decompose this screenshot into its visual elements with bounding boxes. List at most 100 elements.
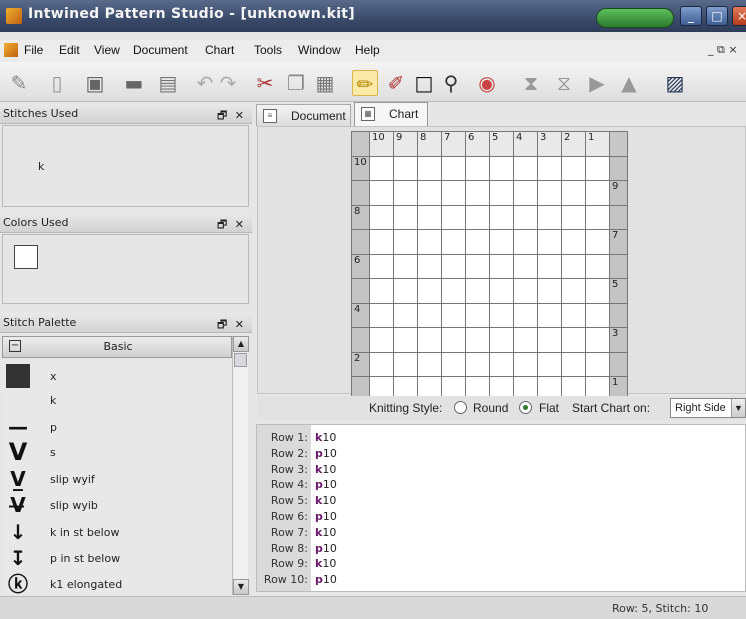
rectangle-select-icon[interactable]: □ <box>411 70 437 96</box>
chart-cell[interactable] <box>513 180 538 206</box>
start-side-select[interactable]: Right Side ▼ <box>670 398 746 418</box>
chart-cell[interactable] <box>489 180 514 206</box>
chart-cell[interactable] <box>489 229 514 255</box>
chart-cell[interactable] <box>465 327 490 353</box>
chart-cell[interactable] <box>513 229 538 255</box>
pdf-icon[interactable]: ▤ <box>155 70 181 96</box>
chart-cell[interactable] <box>537 180 562 206</box>
palette-scrollbar[interactable]: ▲ ▼ <box>232 336 249 595</box>
chart-cell[interactable] <box>369 253 394 279</box>
chart-cell[interactable] <box>537 302 562 328</box>
palette-item-k-in-st-below[interactable]: ↓ k in st below <box>2 519 232 545</box>
menu-window[interactable]: Window <box>298 43 341 57</box>
chart-cell[interactable] <box>369 204 394 230</box>
menu-document[interactable]: Document <box>133 43 188 57</box>
chart-cell[interactable] <box>561 302 586 328</box>
radio-round[interactable] <box>454 401 467 414</box>
image-icon[interactable]: ▨ <box>662 70 688 96</box>
menu-help[interactable]: Help <box>355 43 380 57</box>
document-icon[interactable] <box>4 43 18 57</box>
palette-item-slip-wyib[interactable]: V̶ slip wyib <box>2 492 232 518</box>
chart-cell[interactable] <box>537 229 562 255</box>
chart-cell[interactable] <box>393 278 418 304</box>
palette-item-k[interactable]: k <box>2 387 232 413</box>
chart-cell[interactable] <box>417 327 442 353</box>
chart-cell[interactable] <box>585 155 610 181</box>
chart-cell[interactable] <box>489 155 514 181</box>
color-wheel-icon[interactable]: ◉ <box>474 70 500 96</box>
chart-cell[interactable] <box>561 278 586 304</box>
play-icon[interactable]: ▶ <box>584 70 610 96</box>
chart-cell[interactable] <box>417 229 442 255</box>
chart-cell[interactable] <box>585 180 610 206</box>
chart-cell[interactable] <box>369 180 394 206</box>
chart-cell[interactable] <box>585 229 610 255</box>
chevron-down-icon[interactable]: ▼ <box>731 399 745 417</box>
maximize-button[interactable]: □ <box>706 6 728 26</box>
chart-cell[interactable] <box>561 180 586 206</box>
chart-cell[interactable] <box>537 204 562 230</box>
chart-cell[interactable] <box>369 302 394 328</box>
chart-cell[interactable] <box>369 155 394 181</box>
chart-cell[interactable] <box>585 302 610 328</box>
menu-edit[interactable]: Edit <box>59 43 80 57</box>
system-tray-icon[interactable] <box>596 8 674 28</box>
chart-cell[interactable] <box>489 302 514 328</box>
menu-chart[interactable]: Chart <box>205 43 234 57</box>
save-icon[interactable]: ▣ <box>82 70 108 96</box>
print-icon[interactable]: ▬ <box>121 70 147 96</box>
chart-cell[interactable] <box>369 327 394 353</box>
eraser-icon[interactable]: ✎ <box>6 70 32 96</box>
chart-cell[interactable] <box>369 278 394 304</box>
chart-cell[interactable] <box>537 253 562 279</box>
menu-file[interactable]: File <box>24 43 43 57</box>
chart-cell[interactable] <box>465 180 490 206</box>
close-button[interactable]: × <box>732 6 746 26</box>
chart-cell[interactable] <box>537 327 562 353</box>
tab-document[interactable]: ≡ Document <box>256 104 351 126</box>
chart-cell[interactable] <box>441 180 466 206</box>
paste-icon[interactable]: ▦ <box>312 70 338 96</box>
chart-cell[interactable] <box>393 180 418 206</box>
row-instructions[interactable]: Row 1: k10 Row 2: p10 Row 3: k10 Row 4: p10 Row … <box>256 424 746 592</box>
chart-cell[interactable] <box>441 351 466 377</box>
flip-horizontal-icon[interactable]: ⧖ <box>551 70 577 96</box>
chart-cell[interactable] <box>393 229 418 255</box>
chart-cell[interactable] <box>441 253 466 279</box>
chart-cell[interactable] <box>585 253 610 279</box>
chart-cell[interactable] <box>465 155 490 181</box>
chart-cell[interactable] <box>417 278 442 304</box>
chart-cell[interactable] <box>561 155 586 181</box>
chart-cell[interactable] <box>489 204 514 230</box>
palette-item-p-in-st-below[interactable]: ↧ p in st below <box>2 545 232 571</box>
chart-cell[interactable] <box>441 327 466 353</box>
palette-item-x[interactable]: ■ x <box>2 363 232 389</box>
chart-cell[interactable] <box>393 327 418 353</box>
chart-cell[interactable] <box>489 327 514 353</box>
panel-float-close-controls[interactable]: 🗗 ✕ <box>217 316 246 335</box>
radio-flat[interactable] <box>519 401 532 414</box>
chart-cell[interactable] <box>441 204 466 230</box>
chart-cell[interactable] <box>585 204 610 230</box>
chart-cell[interactable] <box>465 229 490 255</box>
chart-cell[interactable] <box>561 253 586 279</box>
tab-chart[interactable]: ▦ Chart <box>354 102 428 127</box>
palette-group-header[interactable]: − Basic <box>2 336 232 358</box>
chart-cell[interactable] <box>489 351 514 377</box>
chart-cell[interactable] <box>537 278 562 304</box>
scroll-up-icon[interactable]: ▲ <box>233 336 249 352</box>
chart-cell[interactable] <box>441 278 466 304</box>
chart-cell[interactable] <box>537 155 562 181</box>
chart-cell[interactable] <box>585 327 610 353</box>
chart-cell[interactable] <box>465 204 490 230</box>
chart-cell[interactable] <box>465 253 490 279</box>
chart-cell[interactable] <box>585 351 610 377</box>
scroll-thumb[interactable] <box>234 353 247 367</box>
chart-cell[interactable] <box>513 327 538 353</box>
scroll-down-icon[interactable]: ▼ <box>233 579 249 595</box>
chart-cell[interactable] <box>585 278 610 304</box>
menu-view[interactable]: View <box>94 43 120 57</box>
chart-cell[interactable] <box>465 351 490 377</box>
chart-cell[interactable] <box>417 155 442 181</box>
chart-cell[interactable] <box>513 155 538 181</box>
